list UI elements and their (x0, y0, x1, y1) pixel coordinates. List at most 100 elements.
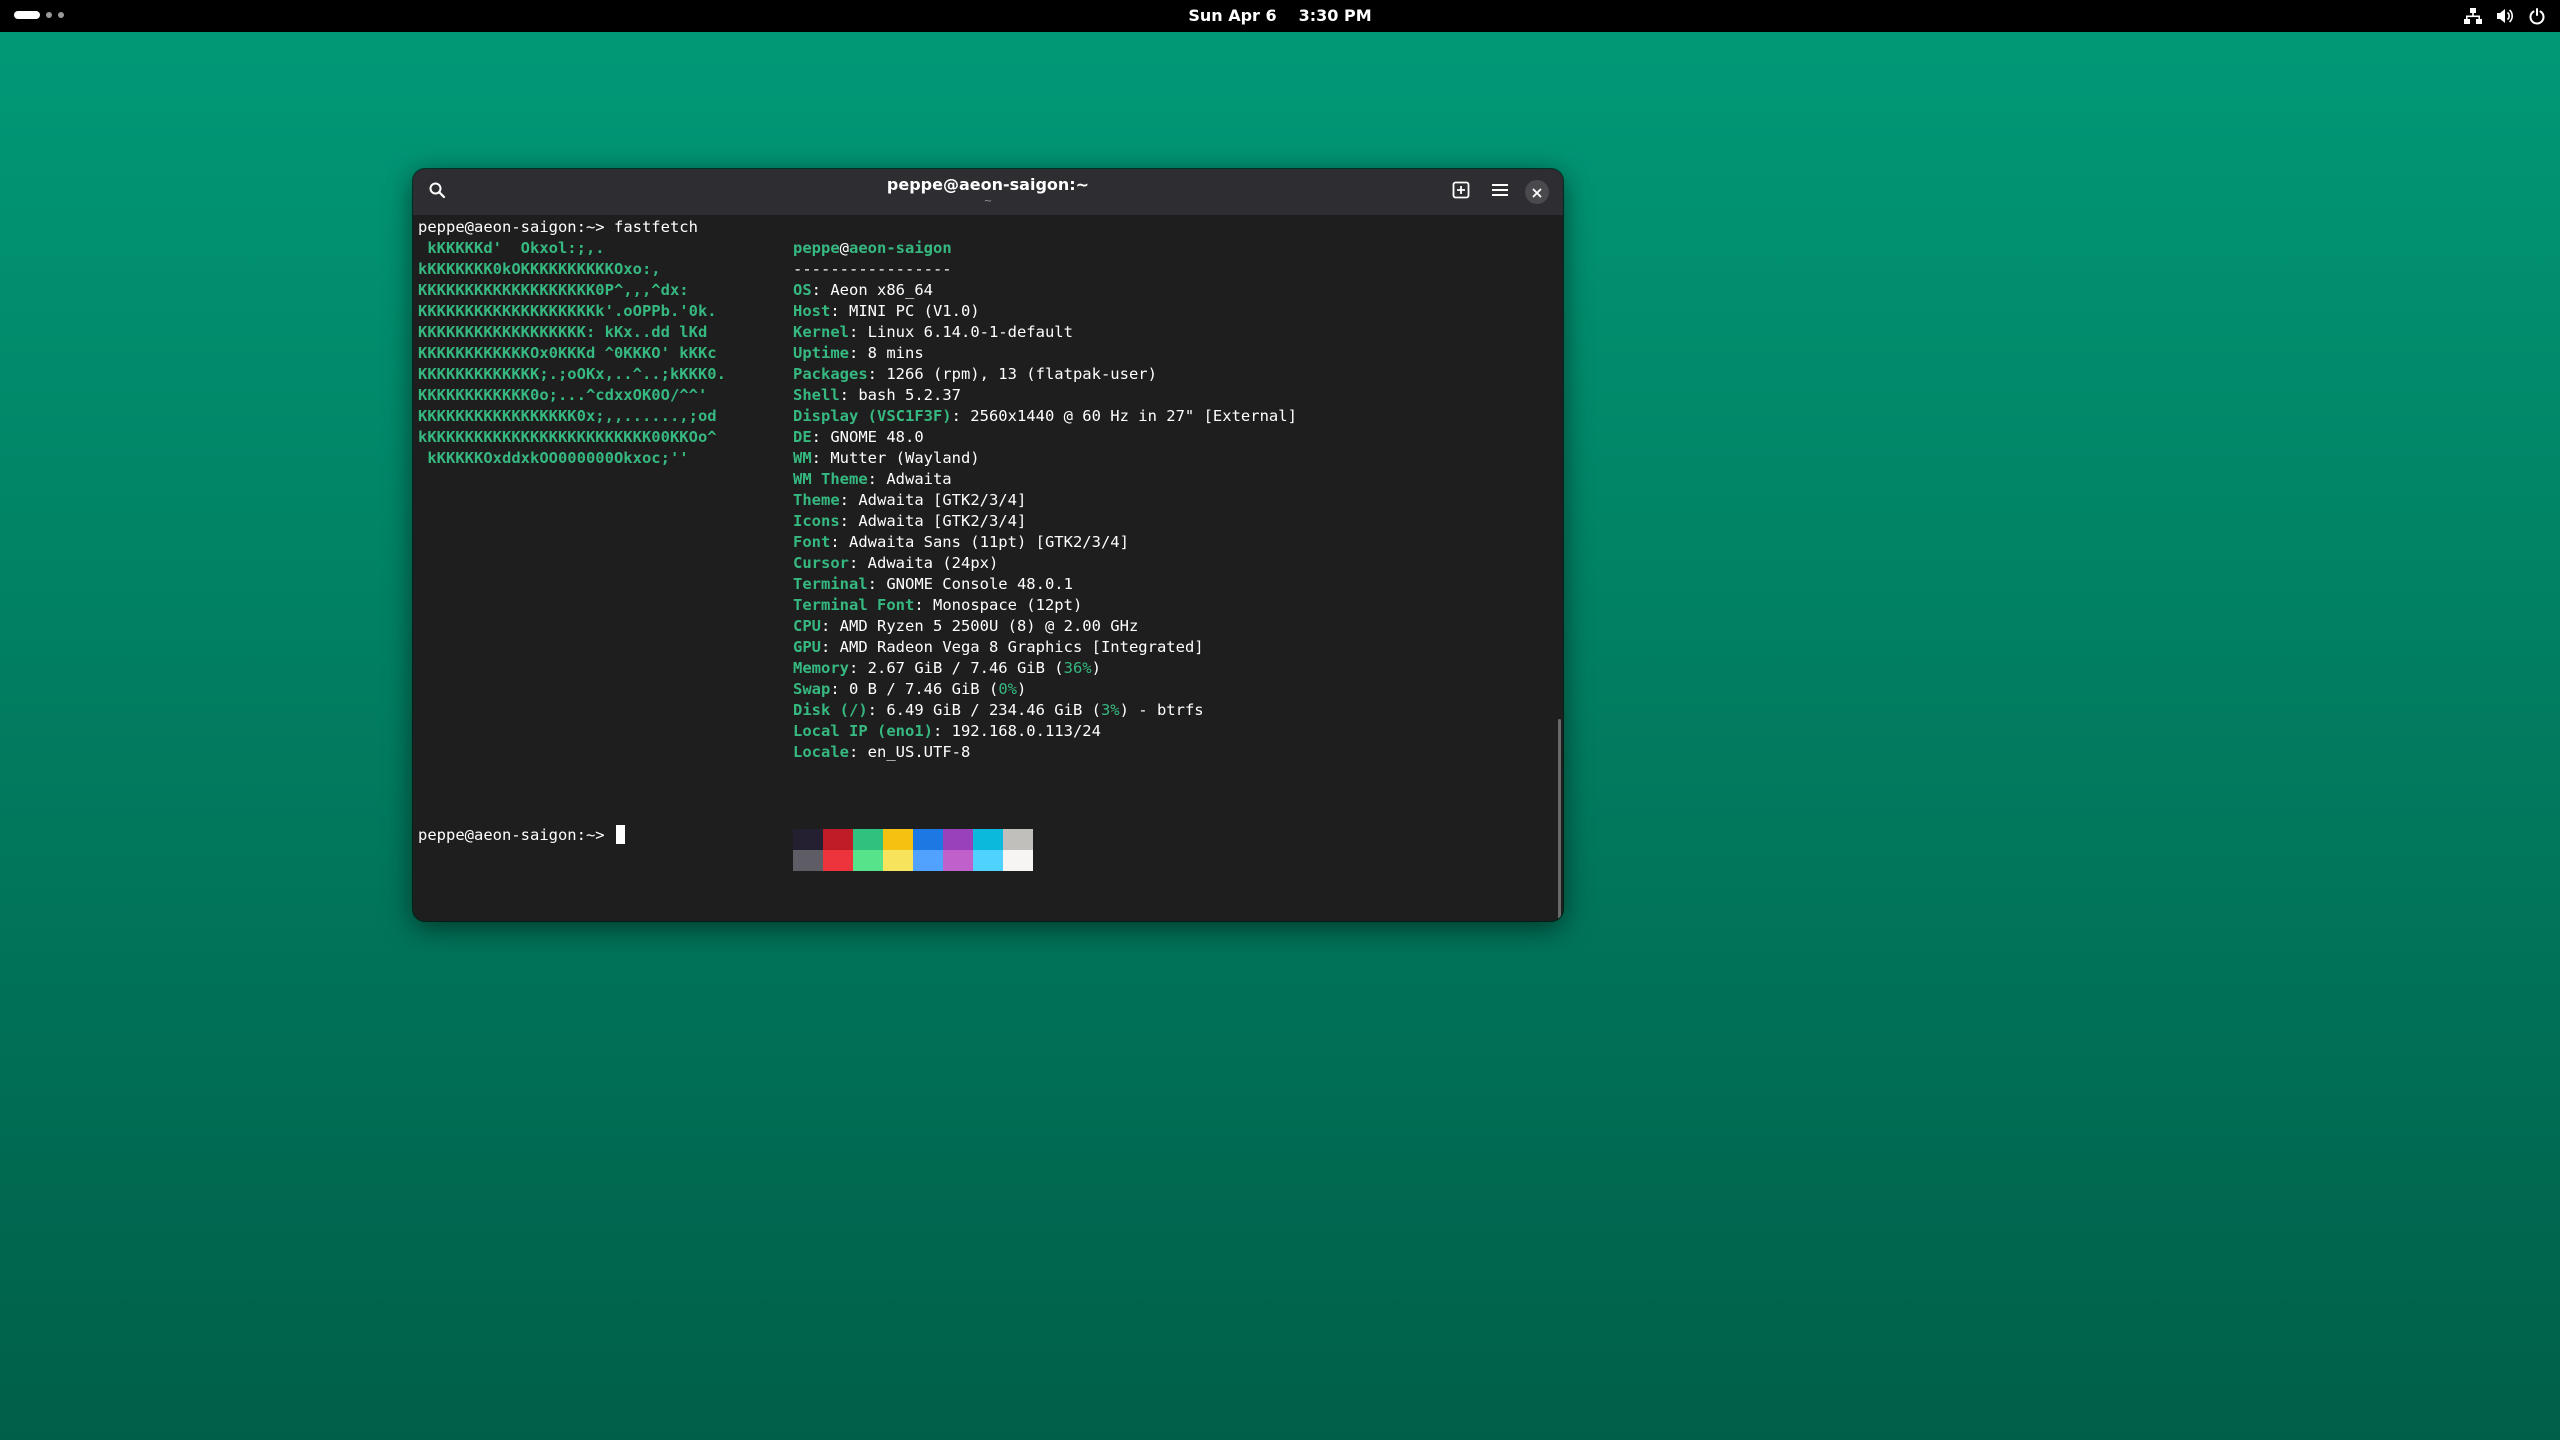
info-value: : 192.168.0.113/24 (932, 722, 1101, 740)
info-row: Terminal Font: Monospace (12pt) (793, 595, 1082, 616)
info-value: : AMD Radeon Vega 8 Graphics [Integrated… (821, 638, 1204, 656)
logo-line: kKKKKKd' Okxol:;,. (418, 239, 605, 257)
top-bar: Sun Apr 6 3:30 PM (0, 0, 2560, 32)
logo-line: KKKKKKKKKKKKKKKKK0x;,,......,;od (418, 407, 717, 425)
info-row: Display (VSC1F3F): 2560x1440 @ 60 Hz in … (793, 406, 1297, 427)
color-swatch (943, 829, 973, 850)
header-host: aeon-saigon (849, 239, 952, 257)
info-key: GPU (793, 638, 821, 656)
window-titlebar[interactable]: peppe@aeon-saigon:~ ~ (413, 169, 1563, 215)
color-swatch (913, 829, 943, 850)
new-tab-button[interactable] (1445, 176, 1477, 208)
color-swatch (1003, 829, 1033, 850)
color-swatch (853, 850, 883, 871)
logo-line: KKKKKKKKKKKKK;.;oOKx,..^..;kKKK0. (418, 365, 726, 383)
volume-icon[interactable] (2496, 7, 2514, 25)
info-row: WM: Mutter (Wayland) (793, 448, 980, 469)
text-cursor (615, 825, 625, 844)
info-row: Cursor: Adwaita (24px) (793, 553, 998, 574)
info-row: GPU: AMD Radeon Vega 8 Graphics [Integra… (793, 637, 1204, 658)
info-percent: 3% (1100, 701, 1120, 719)
info-row: Locale: en_US.UTF-8 (793, 742, 970, 763)
network-icon[interactable] (2464, 7, 2482, 25)
info-key: Local IP (eno1) (793, 722, 933, 740)
info-key: OS (793, 281, 812, 299)
info-key: Disk (/) (793, 701, 868, 719)
info-row: Memory: 2.67 GiB / 7.46 GiB (36%) (793, 658, 1101, 679)
info-row: Terminal: GNOME Console 48.0.1 (793, 574, 1073, 595)
logo-line: KKKKKKKKKKKKKKKKKKK0P^,,,^dx: (418, 281, 689, 299)
logo-line: kKKKKKOxddxkOO000000Okxoc;'' (418, 449, 689, 467)
info-value: : Adwaita Sans (11pt) [GTK2/3/4] (830, 533, 1129, 551)
info-row: Disk (/): 6.49 GiB / 234.46 GiB (3%) - b… (793, 700, 1204, 721)
logo-line: kKKKKKKKKKKKKKKKKKKKKKKKK00KKOo^ (418, 428, 717, 446)
info-row: Kernel: Linux 6.14.0-1-default (793, 322, 1073, 343)
info-value: : Aeon x86_64 (811, 281, 933, 299)
info-value: : Adwaita (24px) (849, 554, 999, 572)
info-row: OS: Aeon x86_64 (793, 280, 933, 301)
logo-line: KKKKKKKKKKKKOx0KKKd ^0KKKO' kKKc (418, 344, 717, 362)
info-key: Display (VSC1F3F) (793, 407, 952, 425)
info-key: Font (793, 533, 831, 551)
info-value: : bash 5.2.37 (839, 386, 961, 404)
power-icon[interactable] (2528, 7, 2546, 25)
final-prompt-line: peppe@aeon-saigon:~> (418, 825, 625, 846)
info-value: : Adwaita (867, 470, 952, 488)
system-tray[interactable] (2464, 0, 2546, 32)
clock-date: Sun Apr 6 (1188, 6, 1277, 25)
info-key: Theme (793, 491, 840, 509)
color-swatch (883, 829, 913, 850)
main-menu-button[interactable] (1484, 176, 1516, 208)
color-swatch (823, 829, 853, 850)
info-key: Terminal (793, 575, 868, 593)
window-subtitle: ~ (983, 196, 993, 207)
info-key: Shell (793, 386, 840, 404)
info-value: : MINI PC (V1.0) (830, 302, 980, 320)
info-percent: 36% (1063, 659, 1092, 677)
info-row: Icons: Adwaita [GTK2/3/4] (793, 511, 1026, 532)
info-key: Packages (793, 365, 868, 383)
command-line: peppe@aeon-saigon:~> fastfetch (418, 217, 698, 238)
info-separator: ----------------- (793, 260, 952, 278)
info-row: WM Theme: Adwaita (793, 469, 952, 490)
close-icon (1532, 183, 1542, 202)
info-value: : Adwaita [GTK2/3/4] (839, 512, 1027, 530)
header-user: peppe (793, 239, 840, 257)
info-value: : GNOME 48.0 (811, 428, 924, 446)
info-key: Host (793, 302, 831, 320)
info-row: Shell: bash 5.2.37 (793, 385, 961, 406)
logo-line: KKKKKKKKKKKK0o;...^cdxxOK0O/^^' (418, 386, 708, 404)
color-swatch (943, 850, 973, 871)
info-key: Cursor (793, 554, 849, 572)
clock-time: 3:30 PM (1298, 6, 1372, 25)
color-swatch (973, 829, 1003, 850)
color-swatch (913, 850, 943, 871)
info-key: Locale (793, 743, 849, 761)
info-key: Terminal Font (793, 596, 915, 614)
clock[interactable]: Sun Apr 6 3:30 PM (0, 0, 2560, 32)
info-row: DE: GNOME 48.0 (793, 427, 924, 448)
terminal-output[interactable]: peppe@aeon-saigon:~> fastfetch kKKKKKd' … (418, 215, 1548, 915)
info-value: : 0 B / 7.46 GiB ( (830, 680, 999, 698)
logo-line: KKKKKKKKKKKKKKKKKK: kKx..dd lKd (418, 323, 708, 341)
prompt: peppe@aeon-saigon:~> (418, 218, 605, 236)
color-swatch (793, 829, 823, 850)
info-row: Font: Adwaita Sans (11pt) [GTK2/3/4] (793, 532, 1129, 553)
info-key: WM (793, 449, 812, 467)
logo-line: KKKKKKKKKKKKKKKKKKKk'.oOPPb.'0k. (418, 302, 717, 320)
new-tab-icon (1452, 181, 1470, 203)
info-tail: ) - btrfs (1119, 701, 1204, 719)
info-row: CPU: AMD Ryzen 5 2500U (8) @ 2.00 GHz (793, 616, 1138, 637)
color-swatch (973, 850, 1003, 871)
info-value: : 2.67 GiB / 7.46 GiB ( (849, 659, 1064, 677)
scrollbar[interactable] (1558, 719, 1561, 921)
info-key: Kernel (793, 323, 849, 341)
info-value: : 2560x1440 @ 60 Hz in 27" [External] (951, 407, 1297, 425)
info-key: Icons (793, 512, 840, 530)
color-swatch (853, 829, 883, 850)
close-button[interactable] (1521, 176, 1553, 208)
info-value: : Adwaita [GTK2/3/4] (839, 491, 1027, 509)
logo-line: kKKKKKKK0kOKKKKKKKKKKOxo:, (418, 260, 661, 278)
hamburger-menu-icon (1491, 182, 1509, 202)
window-title: peppe@aeon-saigon:~ (886, 175, 1090, 194)
